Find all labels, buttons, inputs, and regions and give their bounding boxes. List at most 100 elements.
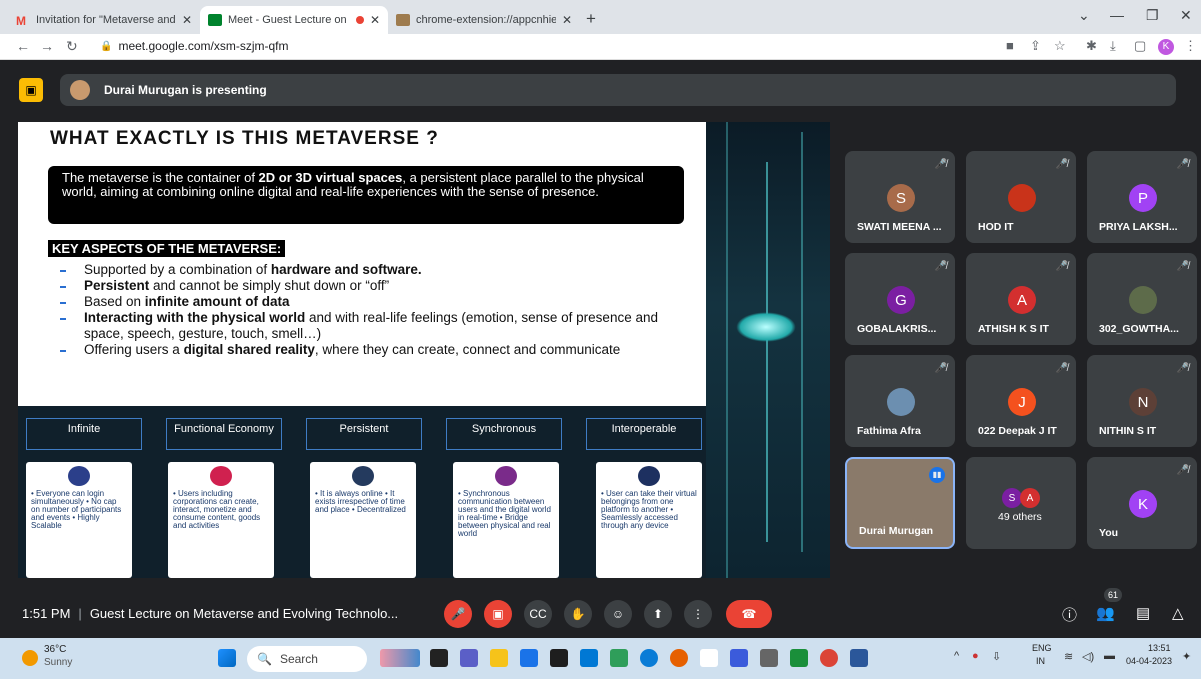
participant-tile-presenter[interactable]: ▮▮ Durai Murugan	[845, 457, 955, 549]
participant-tile-self[interactable]: 🎤̸ K You	[1087, 457, 1197, 549]
excel-icon[interactable]	[700, 649, 718, 667]
download-icon[interactable]: ⤓	[1110, 38, 1116, 54]
aspect-label: Infinite	[26, 418, 142, 450]
tab-search-chevron-icon[interactable]: ⌄	[1078, 7, 1090, 24]
aspect-card: • Synchronous communication between user…	[453, 462, 559, 578]
wifi-icon[interactable]: ≋	[1064, 650, 1073, 663]
word-icon[interactable]	[850, 649, 868, 667]
new-tab-icon[interactable]: +	[586, 9, 596, 29]
restore-icon[interactable]: ❐	[1146, 7, 1159, 24]
file-explorer-icon[interactable]	[490, 649, 508, 667]
clock-time[interactable]: 13:51	[1148, 643, 1171, 653]
app-icon[interactable]	[760, 649, 778, 667]
aspect-card: • Everyone can login simultaneously • No…	[26, 462, 132, 578]
weather-temp[interactable]: 36°C	[44, 644, 66, 655]
volume-icon[interactable]: ◁)	[1082, 650, 1094, 663]
slide-bullet: Based on infinite amount of data	[60, 294, 700, 310]
participant-name: Durai Murugan	[859, 525, 934, 537]
reload-icon[interactable]: ↻	[66, 38, 78, 55]
windows-start-icon[interactable]	[218, 649, 236, 667]
participant-tile[interactable]: 🎤̸ P PRIYA LAKSH...	[1087, 151, 1197, 243]
participant-tile[interactable]: 🎤̸ Fathima Afra	[845, 355, 955, 447]
notification-icon[interactable]: ✦	[1182, 650, 1191, 663]
participant-tile[interactable]: 🎤̸ HOD IT	[966, 151, 1076, 243]
activities-icon[interactable]: △	[1172, 604, 1184, 622]
meeting-details-icon[interactable]: ⓘ	[1062, 604, 1077, 625]
aspect-card: • User can take their virtual belongings…	[596, 462, 702, 578]
widget-image-icon[interactable]	[380, 649, 420, 667]
tab-extension[interactable]: chrome-extension://appcnhiefcic ✕	[388, 6, 580, 34]
tray-chevron-icon[interactable]: ^	[954, 650, 959, 662]
chat-icon[interactable]: ▤	[1136, 604, 1150, 622]
participant-tile[interactable]: 🎤̸ G GOBALAKRIS...	[845, 253, 955, 345]
calendar-icon[interactable]	[520, 649, 538, 667]
weather-desc[interactable]: Sunny	[44, 657, 72, 668]
speaking-icon: ▮▮	[929, 467, 945, 483]
captions-button[interactable]: CC	[524, 600, 552, 628]
close-window-icon[interactable]: ✕	[1180, 7, 1192, 24]
forward-icon[interactable]: →	[40, 38, 54, 54]
more-options-button[interactable]: ⋮	[684, 600, 712, 628]
raise-hand-button[interactable]: ✋	[564, 600, 592, 628]
reactions-button[interactable]: ☺	[604, 600, 632, 628]
language-indicator[interactable]: ENG	[1032, 643, 1052, 653]
teams-icon[interactable]	[460, 649, 478, 667]
camera-indicator-icon[interactable]: ■	[1006, 38, 1014, 53]
close-tab-icon[interactable]: ✕	[370, 13, 380, 27]
people-icon[interactable]: 👥	[1096, 604, 1115, 622]
aspect-card: • It is always online • It exists irresp…	[310, 462, 416, 578]
bookmark-star-icon[interactable]: ☆	[1054, 38, 1066, 54]
minimize-icon[interactable]: —	[1110, 7, 1124, 23]
presenting-bar: ▣ Durai Murugan is presenting	[0, 60, 1201, 120]
firefox-icon[interactable]	[670, 649, 688, 667]
presentation-icon[interactable]: ▣	[19, 78, 43, 102]
task-view-icon[interactable]	[430, 649, 448, 667]
participant-tile[interactable]: 🎤̸ S SWATI MEENA ...	[845, 151, 955, 243]
aspect-label: Interoperable	[586, 418, 702, 450]
participant-tile[interactable]: 🎤̸ A ATHISH K S IT	[966, 253, 1076, 345]
app-icon[interactable]	[730, 649, 748, 667]
participant-tile[interactable]: 🎤̸ J 022 Deepak J IT	[966, 355, 1076, 447]
avatar: S	[1002, 488, 1022, 508]
battery-icon[interactable]: ▬	[1104, 650, 1115, 662]
language-region[interactable]: IN	[1036, 656, 1045, 666]
tab-meet[interactable]: Meet - Guest Lecture on Me ✕	[200, 6, 388, 34]
chrome-icon[interactable]	[820, 649, 838, 667]
meeting-info: 1:51 PM | Guest Lecture on Metaverse and…	[22, 606, 398, 621]
browser-menu-icon[interactable]: ⋮	[1184, 38, 1197, 54]
participant-tile[interactable]: 🎤̸ N NITHIN S IT	[1087, 355, 1197, 447]
edge-icon[interactable]	[640, 649, 658, 667]
meeting-control-bar: 1:51 PM | Guest Lecture on Metaverse and…	[0, 588, 1201, 638]
others-tile[interactable]: S A 49 others	[966, 457, 1076, 549]
tray-app-icon[interactable]: ●	[972, 650, 979, 662]
mic-toggle-button[interactable]: 🎤	[444, 600, 472, 628]
url-field[interactable]: 🔒 meet.google.com/xsm-szjm-qfm	[100, 39, 289, 53]
camera-toggle-button[interactable]: ▣	[484, 600, 512, 628]
present-button[interactable]: ⬆	[644, 600, 672, 628]
extensions-icon[interactable]: ✱	[1086, 38, 1097, 54]
close-tab-icon[interactable]: ✕	[182, 13, 192, 27]
participant-name: HOD IT	[978, 221, 1014, 233]
share-icon[interactable]: ⇪	[1030, 38, 1041, 54]
store-icon[interactable]	[580, 649, 598, 667]
participant-tile[interactable]: 🎤̸ 302_GOWTHA...	[1087, 253, 1197, 345]
app-icon[interactable]	[790, 649, 808, 667]
avatar: P	[1129, 184, 1157, 212]
tab-invitation[interactable]: M Invitation for "Metaverse and Evo ✕	[8, 6, 200, 34]
slide-bullet: Persistent and cannot be simply shut dow…	[60, 278, 700, 294]
mic-off-icon: 🎤̸	[1176, 465, 1189, 476]
usb-icon[interactable]: ⇩	[992, 650, 1001, 663]
sidepanel-icon[interactable]: ▢	[1134, 38, 1146, 54]
back-icon[interactable]: ←	[16, 38, 30, 54]
close-tab-icon[interactable]: ✕	[562, 13, 572, 27]
dropbox-icon[interactable]	[550, 649, 568, 667]
avatar	[1008, 184, 1036, 212]
taskbar-search[interactable]: 🔍 Search	[247, 646, 367, 672]
aspect-card: • Users including corporations can creat…	[168, 462, 274, 578]
divider: |	[78, 606, 82, 621]
profile-avatar[interactable]: K	[1158, 39, 1174, 55]
slide-aspects-panel: Infinite Functional Economy Persistent S…	[18, 406, 706, 578]
leave-call-button[interactable]: ☎	[726, 600, 772, 628]
app-icon[interactable]	[610, 649, 628, 667]
clock-date[interactable]: 04-04-2023	[1126, 656, 1172, 666]
